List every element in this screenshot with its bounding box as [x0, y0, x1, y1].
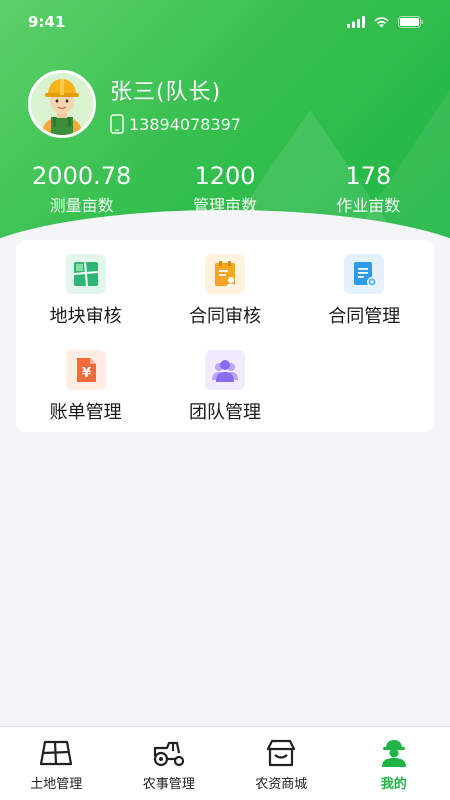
tractor-icon	[153, 741, 184, 767]
stat-label: 测量亩数	[49, 196, 114, 215]
land-map-icon	[40, 740, 73, 766]
tab-mine[interactable]: 我的	[338, 727, 450, 800]
avatar[interactable]	[28, 70, 96, 138]
contract-manage-icon	[344, 254, 385, 294]
tab-agri-store[interactable]: 农资商城	[225, 727, 337, 800]
svg-text:¥: ¥	[82, 366, 91, 381]
tab-label: 我的	[380, 777, 407, 792]
menu-item-label: 团队管理	[188, 402, 261, 423]
menu-item-contract-manage[interactable]: 合同管理	[295, 240, 434, 336]
signal-icon	[347, 16, 365, 28]
phone-icon	[110, 114, 124, 134]
stat-measured-area: 2000.78 测量亩数	[12, 162, 152, 216]
menu-item-land-review[interactable]: 地块审核	[16, 240, 155, 336]
user-phone: 13894078397	[110, 114, 241, 134]
farmer-icon	[381, 740, 406, 767]
stat-work-area: 178 作业亩数	[298, 162, 438, 216]
stat-label: 管理亩数	[192, 196, 257, 215]
battery-icon	[398, 16, 423, 28]
stats-row: 2000.78 测量亩数 1200 管理亩数 178 作业亩数	[0, 162, 450, 216]
land-plot-icon	[65, 254, 106, 294]
tab-label: 农事管理	[142, 777, 195, 792]
user-name: 张三(队长)	[110, 80, 222, 105]
wifi-icon	[374, 17, 389, 28]
stat-label: 作业亩数	[336, 196, 401, 215]
menu-item-label: 地块审核	[49, 306, 122, 327]
function-menu-card: 地块审核 合同审核 合同管理 ¥ 账单管理 团队管理	[16, 240, 434, 432]
menu-item-team-manage[interactable]: 团队管理	[155, 336, 294, 432]
stat-value: 2000.78	[32, 162, 132, 190]
menu-item-contract-review[interactable]: 合同审核	[155, 240, 294, 336]
phone-number: 13894078397	[129, 114, 241, 134]
tab-label: 土地管理	[30, 777, 83, 792]
user-profile[interactable]: 张三(队长) 13894078397	[28, 70, 241, 138]
stat-value: 1200	[194, 162, 256, 190]
bill-icon: ¥	[65, 350, 106, 390]
menu-item-label: 合同管理	[328, 306, 401, 327]
tab-label: 农资商城	[255, 777, 308, 792]
status-bar: 9:41	[0, 0, 450, 44]
tab-farm-management[interactable]: 农事管理	[113, 727, 225, 800]
farmer-avatar-icon	[31, 73, 93, 135]
team-icon	[204, 350, 245, 390]
stat-managed-area: 1200 管理亩数	[155, 162, 295, 216]
menu-item-label: 合同审核	[188, 306, 261, 327]
stat-value: 178	[345, 162, 392, 190]
status-time: 9:41	[28, 13, 66, 31]
store-icon	[267, 739, 296, 767]
menu-item-label: 账单管理	[49, 402, 122, 423]
menu-item-bill-manage[interactable]: ¥ 账单管理	[16, 336, 155, 432]
bottom-tab-bar: 土地管理 农事管理 农资商城 我的	[0, 726, 450, 800]
contract-review-icon	[204, 254, 245, 294]
tab-land-management[interactable]: 土地管理	[0, 727, 112, 800]
